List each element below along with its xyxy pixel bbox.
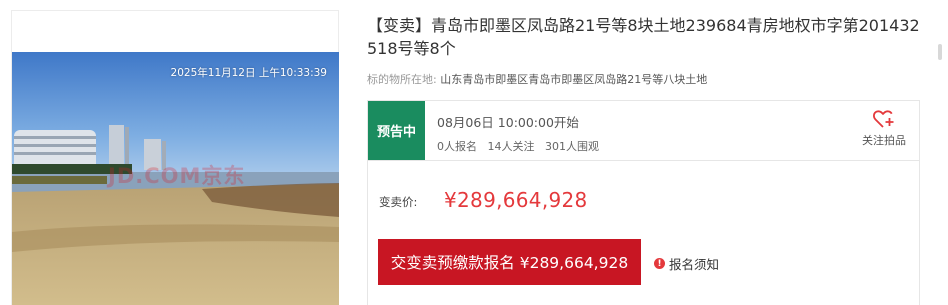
- page-scrollbar[interactable]: [932, 0, 948, 305]
- auction-status-box: 预告中 08月06日 10:00:00开始 0人报名 14人关注 301人围观 …: [367, 100, 920, 161]
- price-label: 变卖价:: [379, 195, 418, 209]
- deposit-signup-button[interactable]: 交变卖预缴款报名 ¥289,664,928: [378, 239, 641, 285]
- signup-notice-link[interactable]: ! 报名须知: [654, 254, 719, 273]
- start-time: 08月06日 10:00:00开始: [437, 115, 579, 130]
- scrollbar-thumb[interactable]: [938, 44, 942, 60]
- lot-location-value: 山东青岛市即墨区青岛市即墨区凤岛路21号等八块土地: [440, 73, 708, 86]
- gallery-panel: 2025年11月12日 上午10:33:39 JD.COM京东: [0, 0, 352, 305]
- follow-lot-button[interactable]: 关注拍品: [854, 109, 914, 148]
- lot-photo[interactable]: 2025年11月12日 上午10:33:39 JD.COM京东: [12, 52, 339, 305]
- status-badge: 预告中: [368, 101, 425, 160]
- price-value: ¥289,664,928: [444, 188, 588, 212]
- viewer-count: 301人围观: [545, 140, 599, 153]
- lot-location: 标的物所在地: 山东青岛市即墨区青岛市即墨区凤岛路21号等八块土地: [367, 71, 707, 87]
- jd-watermark: JD.COM京东: [108, 164, 246, 188]
- lot-title: 【变卖】青岛市即墨区凤岛路21号等8块土地239684青房地权市字第201432…: [367, 16, 920, 58]
- follow-lot-label: 关注拍品: [862, 134, 906, 147]
- price-section: 变卖价: ¥289,664,928 交变卖预缴款报名 ¥289,664,928 …: [367, 161, 920, 305]
- photo-timestamp: 2025年11月12日 上午10:33:39: [170, 67, 327, 79]
- lot-location-label: 标的物所在地:: [367, 73, 437, 86]
- signup-count: 0人报名: [437, 140, 477, 153]
- auction-stats: 0人报名 14人关注 301人围观: [437, 138, 606, 154]
- signup-notice-label: 报名须知: [669, 257, 720, 272]
- exclamation-icon: !: [654, 258, 665, 269]
- heart-plus-icon: [873, 110, 894, 128]
- follower-count: 14人关注: [487, 140, 535, 153]
